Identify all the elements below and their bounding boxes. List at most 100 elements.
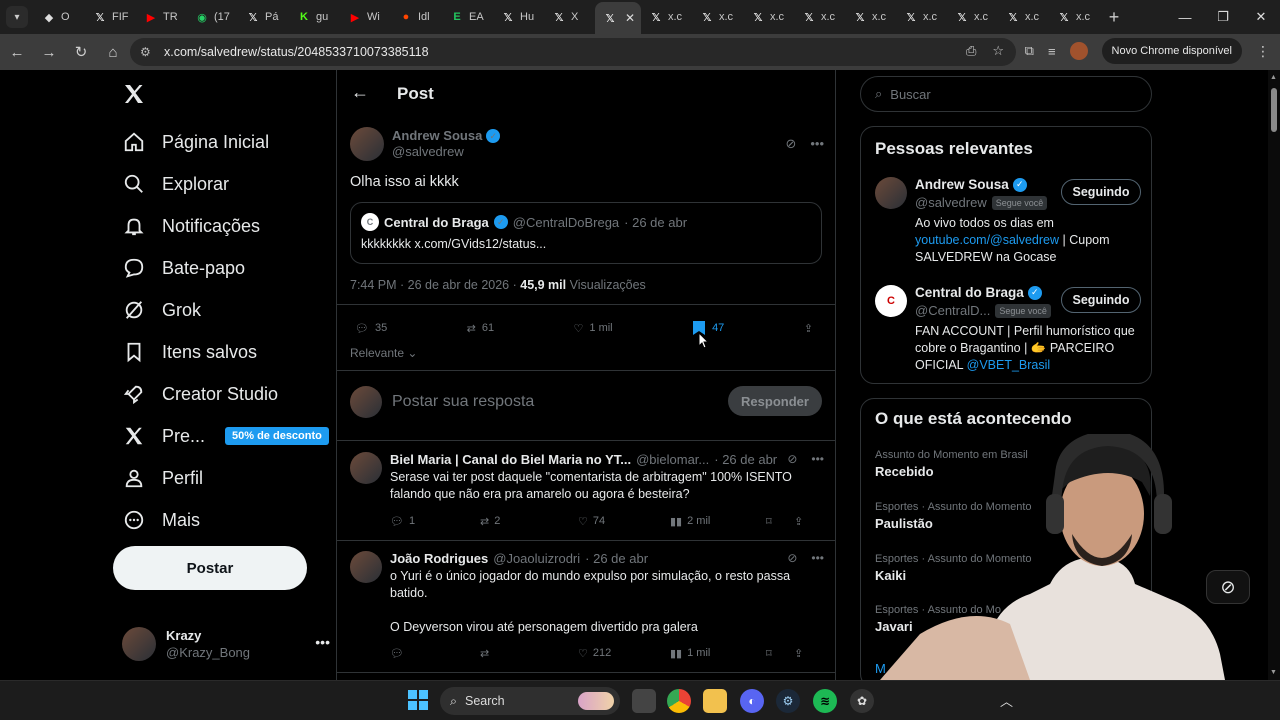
- bio-link[interactable]: @VBET_Brasil: [967, 358, 1051, 372]
- minimize-button[interactable]: —: [1166, 0, 1204, 34]
- browser-tab[interactable]: 𝕏x.c: [692, 3, 743, 31]
- back-arrow-icon[interactable]: ←: [351, 82, 369, 103]
- browser-tab[interactable]: E EA: [442, 3, 493, 31]
- reply-handle[interactable]: @Joaoluizrodri: [493, 551, 580, 566]
- nav-item[interactable]: Explorar: [122, 164, 229, 204]
- like-action[interactable]: ♡ 212: [578, 647, 670, 660]
- windows-start-button[interactable]: [408, 690, 428, 710]
- browser-tab[interactable]: 𝕏x.c: [1049, 3, 1100, 31]
- x-logo-icon[interactable]: [122, 82, 146, 106]
- spotify-icon[interactable]: ≋: [813, 689, 837, 713]
- views-action[interactable]: ▮▮ 2 mil: [670, 515, 766, 528]
- reply-tweet[interactable]: João Rodrigues @Joaoluizrodri · 26 de ab…: [350, 551, 824, 663]
- bookmark-action[interactable]: ⌑: [766, 515, 794, 528]
- reply-input[interactable]: Postar sua resposta: [392, 393, 534, 411]
- chrome-menu-icon[interactable]: ⋮: [1256, 43, 1270, 60]
- system-tray-chevron-icon[interactable]: ︿: [1000, 691, 1013, 710]
- nav-item[interactable]: Página Inicial: [122, 122, 269, 162]
- file-explorer-icon[interactable]: [703, 689, 727, 713]
- steam-icon[interactable]: ⚙: [776, 689, 800, 713]
- browser-tab[interactable]: 𝕏 Pá: [238, 3, 289, 31]
- bookmark-action[interactable]: ⌑: [766, 647, 794, 660]
- browser-tab[interactable]: 𝕏x.c: [743, 3, 794, 31]
- reply-tweet[interactable]: Biel Maria | Canal do Biel Maria no YT..…: [350, 452, 824, 532]
- browser-tab[interactable]: ▶ Wi: [340, 3, 391, 31]
- grok-icon[interactable]: ⊘: [785, 136, 796, 152]
- tweet-author[interactable]: Andrew Sousa: [392, 128, 482, 144]
- reply-button[interactable]: Responder: [728, 386, 822, 416]
- like-action[interactable]: ♡ 1 mil: [574, 322, 613, 335]
- forward-button[interactable]: →: [34, 37, 64, 67]
- account-switcher[interactable]: Krazy @Krazy_Bong •••: [122, 626, 330, 662]
- repost-action[interactable]: ⇄ 61: [467, 322, 494, 335]
- grok-icon[interactable]: ⊘: [787, 452, 797, 466]
- share-action[interactable]: ⇪: [804, 322, 813, 335]
- task-view-icon[interactable]: [632, 689, 656, 713]
- following-button[interactable]: Seguindo: [1061, 287, 1141, 313]
- browser-tab[interactable]: 𝕏 Hu: [493, 3, 544, 31]
- scroll-up-icon[interactable]: ▲: [1270, 74, 1277, 81]
- share-action[interactable]: ⇪: [794, 647, 803, 660]
- nav-item[interactable]: Pre... 50% de desconto: [122, 416, 329, 456]
- browser-tab[interactable]: 𝕏 ✕: [595, 2, 641, 34]
- avatar[interactable]: [350, 127, 384, 161]
- extensions-icon[interactable]: ⧉: [1025, 43, 1034, 59]
- new-tab-button[interactable]: +: [1100, 7, 1128, 28]
- reply-handle[interactable]: @bielomar...: [636, 452, 709, 467]
- person-name[interactable]: Andrew Sousa: [915, 177, 1009, 192]
- app-icon[interactable]: ✿: [850, 689, 874, 713]
- browser-tab[interactable]: 𝕏 FIF: [85, 3, 136, 31]
- share-action[interactable]: ⇪: [794, 515, 803, 528]
- quoted-tweet[interactable]: C Central do Braga ✓ @CentralDoBrega · 2…: [350, 202, 822, 264]
- scroll-down-icon[interactable]: ▼: [1270, 669, 1277, 676]
- nav-item[interactable]: Bate-papo: [122, 248, 245, 288]
- browser-tab[interactable]: ● Idl: [391, 3, 442, 31]
- taskbar-search[interactable]: ⌕ Search: [440, 687, 620, 715]
- browser-tab[interactable]: 𝕏x.c: [641, 3, 692, 31]
- site-info-icon[interactable]: ⚙: [140, 45, 158, 59]
- tab-search-button[interactable]: ▾: [6, 6, 28, 28]
- profile-avatar[interactable]: [1069, 42, 1088, 60]
- page-scrollbar[interactable]: ▲ ▼: [1268, 70, 1280, 680]
- nav-item[interactable]: Mais: [122, 500, 200, 540]
- person-handle[interactable]: @CentralD...: [915, 303, 990, 318]
- more-options-icon[interactable]: •••: [811, 551, 824, 565]
- reload-button[interactable]: ↻: [66, 37, 96, 67]
- person-handle[interactable]: @salvedrew: [915, 195, 987, 210]
- install-app-icon[interactable]: ⎙: [966, 43, 976, 59]
- browser-tab[interactable]: ◉ (17: [187, 3, 238, 31]
- person-name[interactable]: Central do Braga: [915, 285, 1024, 300]
- avatar[interactable]: [350, 452, 382, 484]
- nav-item[interactable]: Notificações: [122, 206, 260, 246]
- browser-tab[interactable]: 𝕏x.c: [794, 3, 845, 31]
- like-action[interactable]: ♡ 74: [578, 515, 670, 528]
- maximize-button[interactable]: ❐: [1204, 0, 1242, 34]
- browser-tab[interactable]: 𝕏X: [544, 3, 595, 31]
- home-button[interactable]: ⌂: [98, 37, 128, 67]
- bio-link[interactable]: youtube.com/@salvedrew: [915, 233, 1059, 247]
- reply-action[interactable]: 💬︎ 1: [390, 515, 480, 528]
- browser-tab[interactable]: Kgu: [289, 3, 340, 31]
- views-action[interactable]: ▮▮ 1 mil: [670, 647, 766, 660]
- grok-floating-button[interactable]: ⊘: [1206, 570, 1250, 604]
- browser-tab[interactable]: ◆ O: [34, 3, 85, 31]
- browser-tab[interactable]: 𝕏x.c: [998, 3, 1049, 31]
- repost-action[interactable]: ⇄ 2: [480, 515, 578, 528]
- more-dots-icon[interactable]: •••: [315, 634, 330, 650]
- reply-composer[interactable]: Postar sua resposta Responder: [350, 382, 824, 422]
- avatar[interactable]: [350, 551, 382, 583]
- avatar[interactable]: C: [875, 285, 907, 317]
- nav-item[interactable]: Grok: [122, 290, 201, 330]
- reply-author[interactable]: João Rodrigues: [390, 551, 488, 566]
- post-button[interactable]: Postar: [113, 546, 307, 590]
- chrome-icon[interactable]: [667, 689, 691, 713]
- relevance-dropdown[interactable]: Relevante ⌄: [350, 346, 417, 360]
- reply-author[interactable]: Biel Maria | Canal do Biel Maria no YT..…: [390, 452, 631, 467]
- avatar[interactable]: [875, 177, 907, 209]
- browser-tab[interactable]: 𝕏x.c: [896, 3, 947, 31]
- tweet-handle[interactable]: @salvedrew: [392, 144, 500, 160]
- close-window-button[interactable]: ✕: [1242, 0, 1280, 34]
- scrollbar-thumb[interactable]: [1271, 88, 1277, 132]
- more-options-icon[interactable]: •••: [811, 452, 824, 466]
- search-input[interactable]: ⌕ Buscar: [860, 76, 1152, 112]
